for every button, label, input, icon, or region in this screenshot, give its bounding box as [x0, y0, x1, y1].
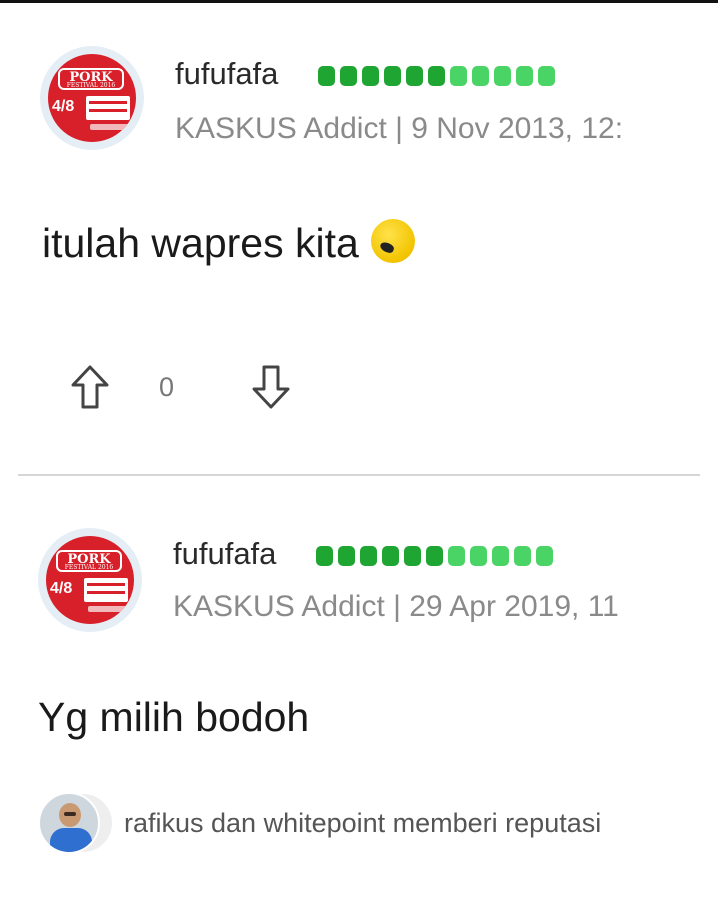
avatar-badge-tag: [88, 606, 128, 612]
avatar-badge-tag: [90, 124, 130, 130]
rep-pip: [470, 546, 487, 566]
rep-pip: [536, 546, 553, 566]
rep-pip: [448, 546, 465, 566]
avatar-badge-strip: [86, 96, 130, 120]
rep-pip: [362, 66, 379, 86]
rep-pip: [406, 66, 423, 86]
rep-pip: [426, 546, 443, 566]
rep-pip: [450, 66, 467, 86]
rep-pip: [538, 66, 555, 86]
reputation-bar: [318, 66, 555, 86]
rep-pip: [318, 66, 335, 86]
post-meta: KASKUS Addict | 9 Nov 2013, 12:: [175, 112, 624, 145]
username[interactable]: fufufafa: [175, 56, 278, 92]
rep-pip: [494, 66, 511, 86]
post-content: Yg milih bodoh: [38, 694, 309, 741]
avatar-badge-date: 4/8: [52, 98, 75, 115]
post-text: Yg milih bodoh: [38, 694, 310, 740]
rep-pip: [472, 66, 489, 86]
avatar-badge-strip: [84, 578, 128, 602]
vote-count: 0: [159, 371, 175, 402]
post: PORK FESTIVAL 2016 4/8 fufufafa KASKUS A…: [0, 0, 718, 480]
arrow-up-icon: [71, 365, 109, 409]
giver-avatars: [38, 792, 114, 854]
post-content: itulah wapres kita: [42, 219, 415, 267]
upvote-button[interactable]: [68, 362, 112, 412]
rep-pip: [338, 546, 355, 566]
rep-pip: [492, 546, 509, 566]
reputation-givers[interactable]: rafikus dan whitepoint memberi reputasi: [38, 792, 601, 854]
avatar[interactable]: PORK FESTIVAL 2016 4/8: [40, 46, 144, 150]
downvote-button[interactable]: [249, 362, 293, 412]
rep-pip: [360, 546, 377, 566]
vote-bar: 0: [68, 362, 293, 412]
arrow-down-icon: [252, 365, 290, 409]
username[interactable]: fufufafa: [173, 536, 276, 572]
avatar-badge-date: 4/8: [50, 580, 73, 597]
avatar[interactable]: PORK FESTIVAL 2016 4/8: [38, 528, 142, 632]
post-divider: [18, 474, 700, 476]
rep-pip: [514, 546, 531, 566]
rep-pip: [516, 66, 533, 86]
post-text: itulah wapres kita: [42, 220, 359, 266]
reputation-bar: [316, 546, 553, 566]
rep-pip: [428, 66, 445, 86]
rep-pip: [404, 546, 421, 566]
rep-pip: [384, 66, 401, 86]
rep-pip: [340, 66, 357, 86]
avatar-badge-title: PORK FESTIVAL 2016: [56, 550, 122, 572]
emoji-icon: [370, 219, 415, 263]
avatar-badge-subtitle: FESTIVAL 2016: [66, 82, 116, 89]
avatar-badge-subtitle: FESTIVAL 2016: [64, 564, 114, 571]
reputation-text: rafikus dan whitepoint memberi reputasi: [124, 807, 602, 838]
post-meta: KASKUS Addict | 29 Apr 2019, 11: [173, 590, 619, 623]
avatar-image: PORK FESTIVAL 2016 4/8: [48, 54, 136, 142]
post: PORK FESTIVAL 2016 4/8 fufufafa KASKUS A…: [0, 480, 718, 897]
avatar-badge-title: PORK FESTIVAL 2016: [58, 68, 124, 90]
rep-pip: [316, 546, 333, 566]
rep-pip: [382, 546, 399, 566]
avatar-image: PORK FESTIVAL 2016 4/8: [46, 536, 134, 624]
avatar: [38, 792, 100, 854]
